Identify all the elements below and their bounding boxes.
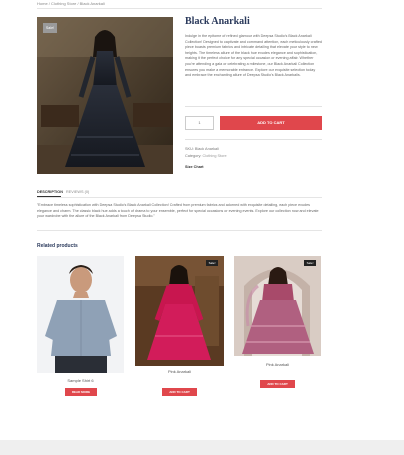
related-products-heading: Related products	[37, 243, 78, 249]
breadcrumb[interactable]: Home / Clothing Store / Black Anarkali	[37, 1, 105, 6]
divider	[185, 106, 322, 107]
size-chart-link[interactable]: Size Chart	[185, 165, 204, 169]
tab-reviews[interactable]: REVIEWS (0)	[66, 190, 89, 194]
sale-badge: Sale!	[304, 260, 316, 266]
category-link[interactable]: Clothing Store	[203, 154, 227, 158]
divider	[185, 139, 322, 140]
product-short-description: Indulge in the epitome of refined glamou…	[185, 34, 322, 78]
divider	[37, 197, 322, 198]
product-category: Category: Clothing Store	[185, 154, 227, 158]
related-product-title[interactable]: Pink Anarkali	[234, 362, 321, 367]
quantity-input[interactable]: 1	[185, 116, 214, 130]
product-long-description: "Embrace timeless sophistication with De…	[37, 203, 319, 219]
tab-description[interactable]: DESCRIPTION	[37, 190, 63, 194]
related-product-image[interactable]	[37, 256, 124, 373]
divider	[37, 8, 322, 9]
related-product-title[interactable]: Sample Shirt 6	[37, 378, 124, 383]
product-sku: SKU: Black Anarkali	[185, 147, 219, 151]
add-to-cart-button[interactable]: ADD TO CART	[260, 380, 295, 388]
category-label: Category:	[185, 154, 202, 158]
related-product-image[interactable]	[135, 256, 224, 366]
read-more-button[interactable]: READ MORE	[65, 388, 97, 396]
divider	[37, 230, 322, 231]
add-to-cart-button[interactable]: ADD TO CART	[162, 388, 197, 396]
sale-badge: Sale!	[43, 23, 57, 33]
related-product-title[interactable]: Pink Anarkali	[135, 369, 224, 374]
related-product-image[interactable]	[234, 256, 321, 356]
add-to-cart-button[interactable]: ADD TO CART	[220, 116, 322, 130]
product-title: Black Anarkali	[185, 16, 250, 27]
product-main-image[interactable]	[37, 17, 173, 174]
footer-band	[0, 440, 404, 455]
sale-badge: Sale!	[206, 260, 218, 266]
